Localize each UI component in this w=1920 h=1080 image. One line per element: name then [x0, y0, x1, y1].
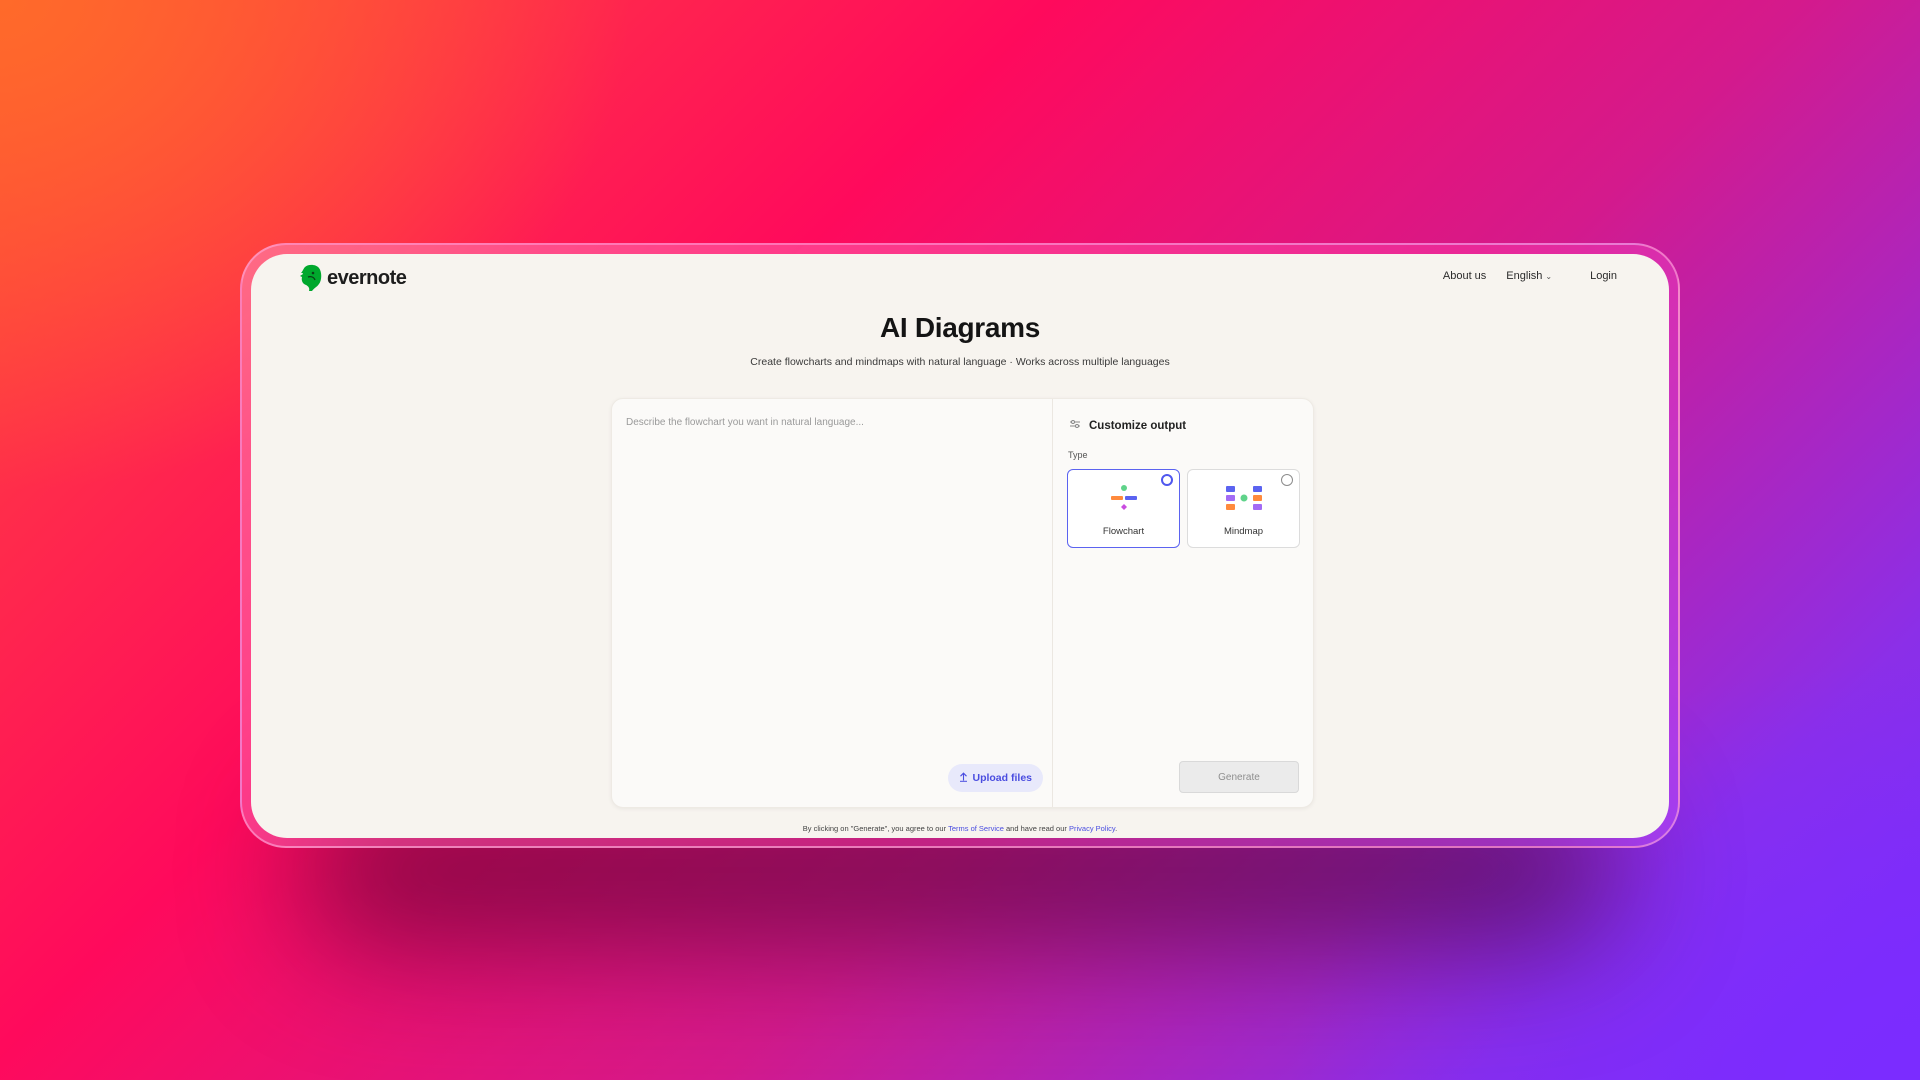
mindmap-label: Mindmap	[1223, 526, 1264, 537]
sliders-icon	[1069, 419, 1081, 432]
terms-of-service-link[interactable]: Terms of Service	[948, 824, 1004, 833]
diagram-generator-card: Upload files Customize output Type Flo	[611, 398, 1314, 808]
brand-name: evernote	[327, 266, 407, 289]
flowchart-option[interactable]: Flowchart	[1067, 469, 1180, 548]
flowchart-label: Flowchart	[1102, 526, 1145, 537]
customize-panel: Customize output Type Flowchart Mindmap …	[1053, 399, 1313, 807]
terms-notice: By clicking on "Generate", you agree to …	[251, 824, 1669, 833]
page-title: AI Diagrams	[879, 312, 1041, 343]
language-label: English	[1506, 270, 1543, 282]
about-us-link[interactable]: About us	[1443, 270, 1486, 282]
page-subtitle: Create flowcharts and mindmaps with natu…	[750, 356, 1170, 368]
mindmap-radio[interactable]	[1281, 474, 1293, 486]
terms-prefix: By clicking on "Generate", you agree to …	[802, 824, 947, 833]
language-selector[interactable]: English ⌄	[1506, 270, 1552, 282]
mindmap-icon	[1225, 486, 1262, 510]
upload-files-button[interactable]: Upload files	[948, 764, 1043, 792]
upload-files-label: Upload files	[972, 772, 1032, 784]
prompt-input[interactable]	[626, 417, 1036, 757]
browser-window: evernote About us English ⌄ Login AI Dia…	[251, 254, 1669, 838]
flowchart-radio[interactable]	[1161, 474, 1173, 486]
elephant-icon	[300, 264, 322, 291]
customize-heading: Customize output	[1089, 419, 1187, 432]
mindmap-option[interactable]: Mindmap	[1187, 469, 1300, 548]
prompt-panel: Upload files	[612, 399, 1053, 807]
login-link[interactable]: Login	[1590, 270, 1617, 282]
chevron-down-icon: ⌄	[1545, 271, 1553, 281]
type-label: Type	[1068, 450, 1088, 460]
terms-suffix: .	[1115, 824, 1118, 833]
privacy-policy-link[interactable]: Privacy Policy	[1069, 824, 1115, 833]
generate-button[interactable]: Generate	[1179, 761, 1299, 793]
flowchart-icon	[1110, 485, 1137, 510]
top-nav: About us English ⌄ Login	[1443, 270, 1617, 282]
evernote-logo[interactable]: evernote	[299, 264, 407, 292]
customize-header: Customize output	[1069, 419, 1186, 432]
terms-middle: and have read our	[1006, 824, 1067, 833]
upload-icon	[959, 771, 968, 785]
